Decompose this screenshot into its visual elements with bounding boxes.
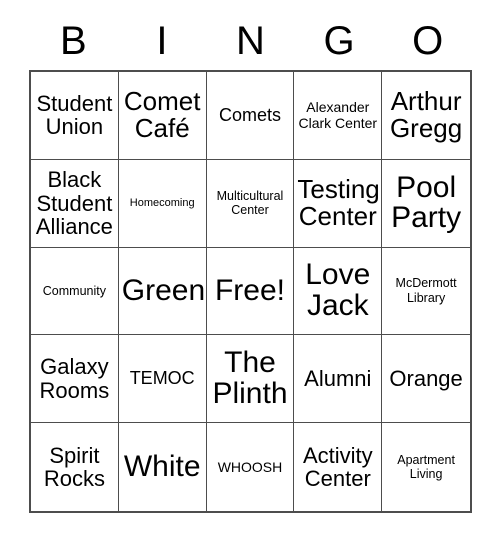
bingo-cell-r5c1[interactable]: Spirit Rocks bbox=[31, 423, 119, 511]
bingo-cell-r3c3[interactable]: Free! bbox=[206, 247, 295, 336]
bingo-cell-r2c5[interactable]: Pool Party bbox=[382, 159, 470, 248]
bingo-cell-r4c5[interactable]: Orange bbox=[382, 335, 470, 424]
bingo-cell-r5c2[interactable]: White bbox=[118, 423, 207, 511]
bingo-cell-r4c4[interactable]: Alumni bbox=[294, 335, 383, 424]
bingo-cell-label: Comet Café bbox=[123, 86, 201, 144]
bingo-cell-r3c4[interactable]: Love Jack bbox=[294, 247, 383, 336]
bingo-header-letter-o: O bbox=[412, 19, 444, 63]
bingo-header-letter-b: B bbox=[59, 19, 87, 63]
bingo-cell-label: Love Jack bbox=[305, 258, 371, 322]
bingo-cell-r2c4[interactable]: Testing Center bbox=[294, 159, 383, 248]
bingo-cell-label: Black Student Alliance bbox=[35, 167, 113, 239]
bingo-card: B I N G O Student Union Comet Café Comets A… bbox=[0, 0, 500, 544]
bingo-cell-label: Activity Center bbox=[302, 442, 373, 492]
bingo-cell-label: McDermott Library bbox=[395, 276, 457, 305]
bingo-cell-r1c5[interactable]: Arthur Gregg bbox=[382, 72, 470, 160]
bingo-cell-r4c2[interactable]: TEMOC bbox=[118, 335, 207, 424]
bingo-cell-label: Apartment Living bbox=[397, 452, 455, 482]
bingo-cell-r2c1[interactable]: Black Student Alliance bbox=[31, 159, 119, 248]
bingo-cell-r4c3[interactable]: The Plinth bbox=[206, 335, 295, 424]
bingo-cell-label: Testing Center bbox=[297, 174, 380, 232]
bingo-cell-label: White bbox=[123, 449, 201, 483]
bingo-grid: Student Union Comet Café Comets Alexander C… bbox=[29, 70, 472, 513]
bingo-header-row: B I N G O bbox=[29, 14, 472, 68]
bingo-cell-label: WHOOSH bbox=[217, 458, 283, 475]
bingo-cell-r4c1[interactable]: Galaxy Rooms bbox=[31, 335, 119, 424]
bingo-cell-label: The Plinth bbox=[212, 346, 288, 410]
bingo-cell-r2c2[interactable]: Homecoming bbox=[118, 159, 207, 248]
bingo-cell-label: Homecoming bbox=[129, 196, 195, 209]
bingo-cell-r5c5[interactable]: Apartment Living bbox=[382, 423, 470, 511]
bingo-cell-label: Galaxy Rooms bbox=[39, 354, 110, 403]
bingo-header-letter-n: N bbox=[236, 19, 265, 63]
bingo-cell-label: Arthur Gregg bbox=[389, 86, 463, 144]
bingo-cell-r1c2[interactable]: Comet Café bbox=[118, 72, 207, 160]
bingo-cell-r1c3[interactable]: Comets bbox=[206, 72, 295, 160]
bingo-header-letter-g: G bbox=[323, 19, 355, 63]
bingo-cell-r3c2[interactable]: Green bbox=[118, 247, 207, 336]
bingo-cell-r1c4[interactable]: Alexander Clark Center bbox=[294, 72, 383, 160]
bingo-cell-label: Pool Party bbox=[391, 170, 462, 235]
bingo-cell-label: Alexander Clark Center bbox=[298, 99, 378, 132]
bingo-cell-r1c1[interactable]: Student Union bbox=[31, 72, 119, 160]
bingo-cell-label: Community bbox=[42, 283, 106, 298]
bingo-cell-label: Green bbox=[121, 273, 206, 307]
bingo-cell-label: Orange bbox=[389, 366, 463, 392]
bingo-cell-label: TEMOC bbox=[129, 367, 195, 388]
bingo-cell-label: Comets bbox=[218, 104, 281, 125]
bingo-cell-r2c3[interactable]: Multicultural Center bbox=[206, 159, 295, 248]
bingo-cell-label: Student Union bbox=[36, 91, 113, 140]
bingo-cell-r5c3[interactable]: WHOOSH bbox=[206, 423, 295, 511]
bingo-cell-r5c4[interactable]: Activity Center bbox=[294, 423, 383, 511]
bingo-cell-r3c5[interactable]: McDermott Library bbox=[382, 247, 470, 336]
bingo-header-letter-i: I bbox=[156, 19, 168, 63]
bingo-cell-label: Alumni bbox=[304, 366, 372, 392]
bingo-cell-r3c1[interactable]: Community bbox=[31, 247, 119, 336]
bingo-cell-label: Spirit Rocks bbox=[43, 442, 105, 492]
bingo-cell-label: Free! bbox=[214, 273, 285, 307]
bingo-cell-label: Multicultural Center bbox=[216, 188, 284, 218]
